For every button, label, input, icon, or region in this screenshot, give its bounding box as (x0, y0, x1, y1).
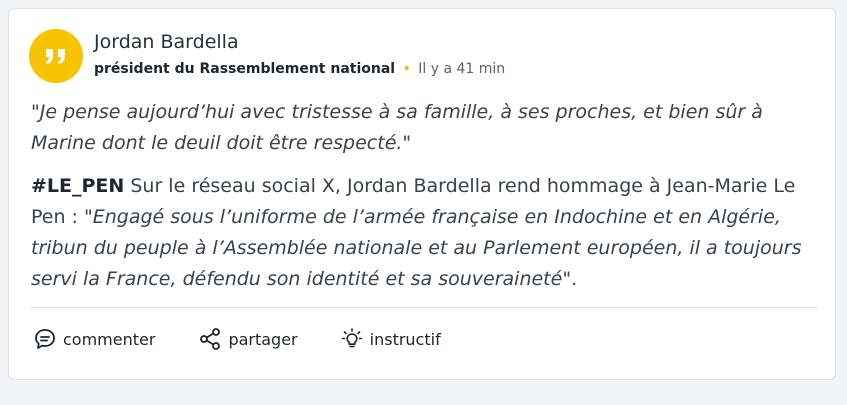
quote-marks-icon (46, 49, 65, 64)
post-card: Jordan Bardella président du Rassembleme… (8, 8, 836, 380)
post-actions: commenter partager instructif (33, 327, 441, 351)
insightful-button[interactable]: instructif (340, 327, 441, 351)
comment-label: commenter (63, 329, 156, 349)
author-name[interactable]: Jordan Bardella (94, 31, 239, 53)
share-button[interactable]: partager (198, 327, 298, 351)
comment-bubble-icon (35, 329, 55, 349)
post-hashtag[interactable]: #LE_PEN (31, 175, 124, 197)
author-role: président du Rassemblement national (94, 61, 396, 77)
author-avatar (29, 29, 83, 83)
share-label: partager (228, 329, 298, 349)
insightful-label: instructif (369, 329, 441, 349)
lightbulb-icon (341, 328, 362, 348)
divider (31, 307, 817, 308)
post-body: #LE_PEN Sur le réseau social X, Jordan B… (31, 171, 821, 295)
author-meta: président du Rassemblement national • Il… (94, 61, 505, 77)
meta-separator: • (402, 61, 411, 77)
post-quote: "Je pense aujourd’hui avec tristesse à s… (31, 101, 763, 154)
post-citation: "Engagé sous l’uniforme de l’armée franç… (31, 206, 802, 290)
post-citation-end: . (571, 268, 578, 290)
comment-button[interactable]: commenter (33, 327, 155, 351)
share-icon (200, 328, 221, 350)
post-timestamp: Il y a 41 min (418, 61, 506, 77)
